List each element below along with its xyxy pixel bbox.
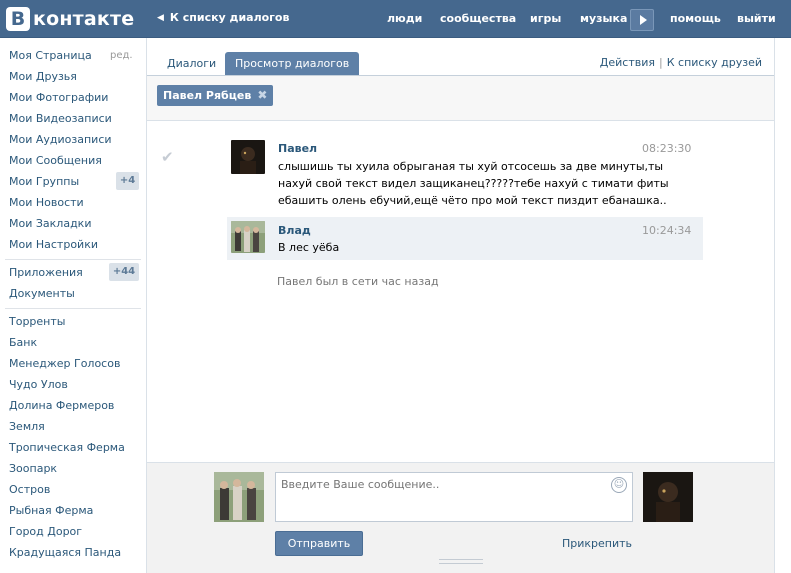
vk-logo[interactable]: В контакте: [6, 6, 134, 32]
smile-icon[interactable]: ☺: [611, 477, 627, 493]
logo-letter: В: [6, 7, 30, 31]
chevron-left-icon: ◀: [157, 12, 164, 23]
groups-count-badge[interactable]: +4: [116, 172, 139, 190]
back-to-dialogs-link[interactable]: ◀ К списку диалогов: [157, 11, 289, 24]
message-line: ебашить олень ебучий,ещё чёто про мой те…: [278, 194, 667, 207]
avatar[interactable]: [231, 140, 265, 174]
sidebar-app-torrents[interactable]: Торренты: [9, 314, 65, 330]
message-author[interactable]: Павел: [278, 142, 317, 155]
message-time: 10:24:34: [642, 224, 692, 237]
message-time: 08:23:30: [642, 142, 692, 155]
close-icon[interactable]: ✖: [257, 85, 267, 106]
sidebar-item-news[interactable]: Мои Новости: [9, 195, 84, 211]
message-line: слышишь ты хуила обрыганая ты хуй отсосе…: [278, 160, 664, 173]
tab-view-dialogs[interactable]: Просмотр диалогов: [225, 52, 360, 75]
sidebar-divider: [5, 308, 141, 309]
nav-communities[interactable]: сообщества: [440, 12, 516, 25]
message-row[interactable]: Влад 10:24:34 В лес уёба: [227, 217, 703, 260]
tabs-bar: Диалоги Просмотр диалогов Действия | К спи…: [147, 38, 774, 76]
sidebar-item-groups[interactable]: Мои Группы: [9, 174, 79, 190]
sidebar-app-votes-manager[interactable]: Менеджер Голосов: [9, 356, 120, 372]
sidebar-app-fish-farm[interactable]: Рыбная Ферма: [9, 503, 93, 519]
actions-separator: |: [659, 56, 663, 69]
sidebar-app-road-city[interactable]: Город Дорог: [9, 524, 82, 540]
sidebar-item-messages[interactable]: Мои Сообщения: [9, 153, 102, 169]
sidebar-item-documents[interactable]: Документы: [9, 286, 75, 302]
to-friends-link[interactable]: К списку друзей: [667, 56, 762, 69]
nav-logout[interactable]: выйти: [737, 12, 776, 25]
send-button[interactable]: Отправить: [275, 531, 363, 556]
sidebar-app-island[interactable]: Остров: [9, 482, 50, 498]
recipient-chip-label: Павел Рябцев: [163, 89, 252, 102]
sidebar-edit-link[interactable]: ред.: [110, 50, 133, 61]
message-row[interactable]: Павел 08:23:30 слышишь ты хуила обрыгана…: [227, 131, 703, 207]
sidebar-item-bookmarks[interactable]: Мои Закладки: [9, 216, 91, 232]
sidebar-item-friends[interactable]: Мои Друзья: [9, 69, 77, 85]
message-input[interactable]: [275, 472, 633, 522]
sidebar-item-settings[interactable]: Мои Настройки: [9, 237, 98, 253]
sidebar-divider: [5, 259, 141, 260]
sidebar-app-tropical-farm[interactable]: Тропическая Ферма: [9, 440, 125, 456]
avatar[interactable]: [231, 221, 265, 253]
top-bar: В контакте ◀ К списку диалогов люди сооб…: [0, 0, 791, 38]
sidebar-item-photos[interactable]: Мои Фотографии: [9, 90, 108, 106]
nav-help[interactable]: помощь: [670, 12, 721, 25]
sidebar-app-zoo[interactable]: Зоопарк: [9, 461, 57, 477]
sidebar-app-crouching-panda[interactable]: Крадущаяся Панда: [9, 545, 121, 561]
sidebar-item-apps[interactable]: Приложения: [9, 265, 83, 281]
sidebar-item-audio[interactable]: Мои Аудиозаписи: [9, 132, 112, 148]
sidebar-item-videos[interactable]: Мои Видеозаписи: [9, 111, 112, 127]
message-author[interactable]: Влад: [278, 224, 311, 237]
sidebar-app-earth[interactable]: Земля: [9, 419, 45, 435]
play-icon[interactable]: [630, 9, 654, 31]
recipient-chip[interactable]: Павел Рябцев ✖: [157, 85, 274, 106]
tab-actions: Действия | К списку друзей: [600, 56, 762, 69]
message-line: нахуй свой текст видел защиканец?????теб…: [278, 177, 669, 190]
message-line: В лес уёба: [278, 241, 340, 254]
actions-link[interactable]: Действия: [600, 56, 655, 69]
nav-people[interactable]: люди: [387, 12, 422, 25]
my-avatar[interactable]: [214, 472, 264, 522]
dialogs-panel: Диалоги Просмотр диалогов Действия | К спи…: [146, 38, 775, 573]
sidebar-app-bank[interactable]: Банк: [9, 335, 37, 351]
back-to-dialogs-label: К списку диалогов: [169, 11, 290, 24]
filter-bar: Павел Рябцев ✖: [147, 76, 774, 121]
sidebar-item-my-page[interactable]: Моя Страница: [9, 48, 92, 64]
message-text: В лес уёба: [278, 239, 688, 256]
compose-area: ☺ Отправить Прикрепить: [147, 462, 774, 573]
online-status: Павел был в сети час назад: [277, 275, 439, 288]
left-sidebar: Моя Страница ред. Мои Друзья Мои Фотогра…: [0, 38, 146, 573]
attach-link[interactable]: Прикрепить: [562, 537, 632, 550]
nav-games[interactable]: игры: [530, 12, 561, 25]
sidebar-app-farmers-valley[interactable]: Долина Фермеров: [9, 398, 114, 414]
apps-count-badge[interactable]: +44: [109, 263, 139, 281]
checkmark-icon[interactable]: ✔: [161, 148, 174, 166]
nav-music[interactable]: музыка: [580, 12, 627, 25]
resize-handle[interactable]: [439, 559, 483, 564]
tab-dialogs[interactable]: Диалоги: [157, 52, 226, 75]
message-text: слышишь ты хуила обрыганая ты хуй отсосе…: [278, 158, 688, 209]
recipient-avatar[interactable]: [643, 472, 693, 522]
logo-text: контакте: [33, 8, 135, 30]
sidebar-app-miracle-catch[interactable]: Чудо Улов: [9, 377, 68, 393]
